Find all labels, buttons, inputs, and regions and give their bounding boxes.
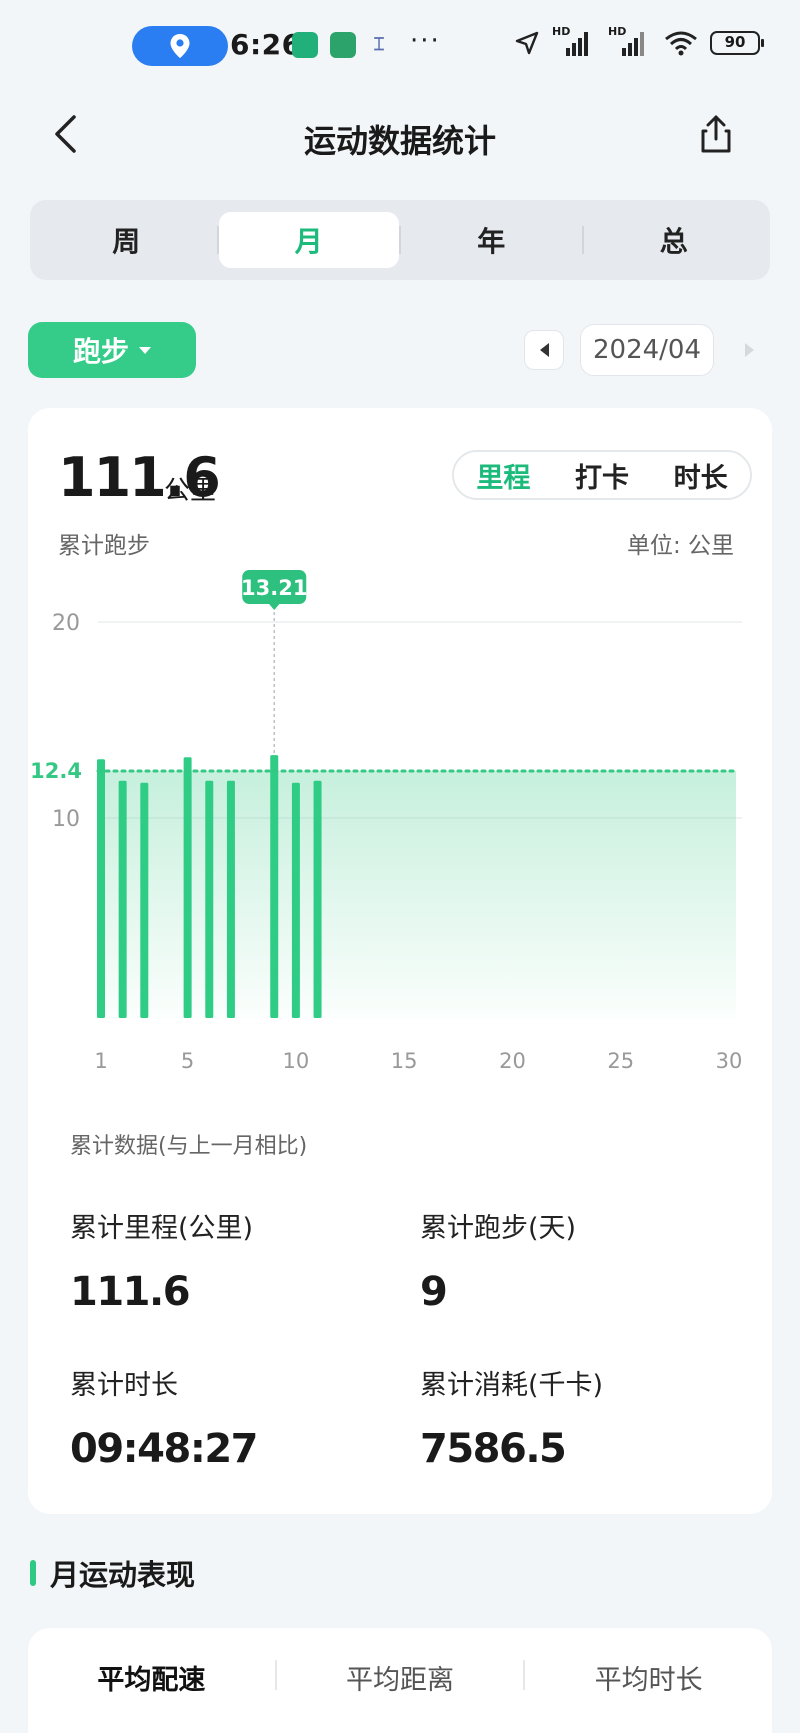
tab-year[interactable]: 年 (401, 212, 582, 268)
stat-total-distance: 累计里程(公里) 111.6 (70, 1206, 253, 1315)
x-tick-label: 30 (716, 1049, 743, 1073)
distance-chart-svg: 201012.413.211 5 10 15 20 25 30 (30, 570, 743, 1073)
monthly-performance-card: 平均配速 平均距离 平均时长 (28, 1628, 772, 1733)
bar (313, 780, 322, 1018)
stat-label: 累计时长 (70, 1370, 178, 1401)
status-time: 6:26 (230, 28, 302, 61)
y-tick-label: 20 (52, 611, 80, 636)
share-icon (701, 115, 731, 153)
highlight-tooltip-pointer (268, 603, 281, 610)
stat-total-duration: 累计时长 09:48:27 (70, 1363, 258, 1472)
total-distance-label: 累计跑步 (58, 533, 150, 559)
cumulative-stats-title: 累计数据(与上一月相比) (70, 1134, 308, 1159)
caret-down-icon (139, 346, 151, 354)
stat-calories: 累计消耗(千卡) 7586.5 (420, 1363, 603, 1472)
stat-running-days: 累计跑步(天) 9 (420, 1206, 576, 1315)
bar (270, 755, 279, 1018)
previous-month-button[interactable] (524, 330, 564, 370)
tab-average-duration[interactable]: 平均时长 (525, 1658, 772, 1697)
stat-value: 7586.5 (420, 1426, 567, 1472)
x-tick-label: 15 (391, 1049, 418, 1073)
metric-tab-checkin[interactable]: 打卡 (553, 456, 652, 495)
stat-label: 累计消耗(千卡) (420, 1370, 604, 1401)
bar (97, 759, 105, 1018)
average-area (98, 770, 736, 1018)
app-notification-icon (330, 32, 356, 58)
bar (291, 782, 300, 1018)
tab-total[interactable]: 总 (584, 212, 765, 268)
tab-average-distance[interactable]: 平均距离 (277, 1658, 524, 1697)
location-pin-icon (170, 34, 190, 58)
metric-tabs: 里程 打卡 时长 (452, 450, 752, 500)
y-tick-label: 10 (52, 807, 80, 832)
more-notifications-icon: ··· (410, 26, 441, 56)
app-notification-icon (292, 32, 318, 58)
total-distance-unit: 公里 (164, 476, 217, 506)
bar (118, 780, 127, 1018)
next-month-button[interactable] (730, 330, 770, 370)
x-tick-label: 25 (607, 1049, 634, 1073)
sport-type-dropdown[interactable]: 跑步 (28, 322, 196, 378)
metric-tab-distance[interactable]: 里程 (454, 456, 553, 495)
metric-tab-duration[interactable]: 时长 (651, 456, 750, 495)
x-tick-label: 10 (283, 1049, 310, 1073)
page-title: 运动数据统计 (303, 122, 496, 160)
battery-indicator: 90 (710, 31, 764, 55)
bar (183, 757, 192, 1018)
section-accent-bar (30, 1560, 36, 1586)
current-month: 2024/04 (580, 324, 714, 376)
stat-value: 9 (420, 1269, 448, 1315)
monthly-performance-title: 月运动表现 (50, 1558, 196, 1592)
sport-type-label: 跑步 (72, 335, 129, 368)
monthly-performance-header: 月运动表现 (30, 1552, 195, 1594)
bar (140, 782, 149, 1018)
cell-signal-icon-2: HD (608, 25, 652, 58)
stat-label: 累计里程(公里) (70, 1213, 254, 1244)
status-bar: 6:26 ⌶ ··· HD HD 90 (0, 0, 800, 92)
x-tick-label: 5 (181, 1049, 194, 1073)
period-tabs: 周 月 年 总 (30, 200, 770, 280)
triangle-right-icon (745, 343, 754, 357)
x-tick-label: 1 (94, 1049, 107, 1073)
cell-signal-icon: HD (552, 25, 596, 58)
tab-average-pace[interactable]: 平均配速 (28, 1658, 275, 1697)
wifi-icon (665, 31, 697, 56)
triangle-left-icon (540, 343, 549, 357)
navigation-arrow-icon (515, 31, 539, 55)
highlight-value: 13.21 (241, 576, 307, 600)
average-label: 12.4 (30, 759, 82, 783)
stats-card: 111.6 公里 累计跑步 单位: 公里 里程 打卡 时长 20 10 12.4 13… (28, 408, 772, 1514)
stat-label: 累计跑步(天) (420, 1213, 577, 1244)
unit-note: 单位: 公里 (626, 533, 734, 559)
tab-month[interactable]: 月 (218, 212, 399, 268)
tab-week[interactable]: 周 (36, 212, 217, 268)
date-navigator: 2024/04 (524, 324, 770, 376)
share-button[interactable] (686, 92, 746, 176)
bar (205, 780, 214, 1018)
stat-value: 09:48:27 (70, 1426, 258, 1472)
stat-value: 111.6 (70, 1269, 191, 1315)
bar (226, 780, 235, 1018)
location-indicator[interactable] (132, 26, 228, 66)
x-tick-label: 20 (499, 1049, 526, 1073)
app-header: 运动数据统计 (0, 92, 800, 176)
app-notification-icon: ⌶ (373, 34, 385, 55)
